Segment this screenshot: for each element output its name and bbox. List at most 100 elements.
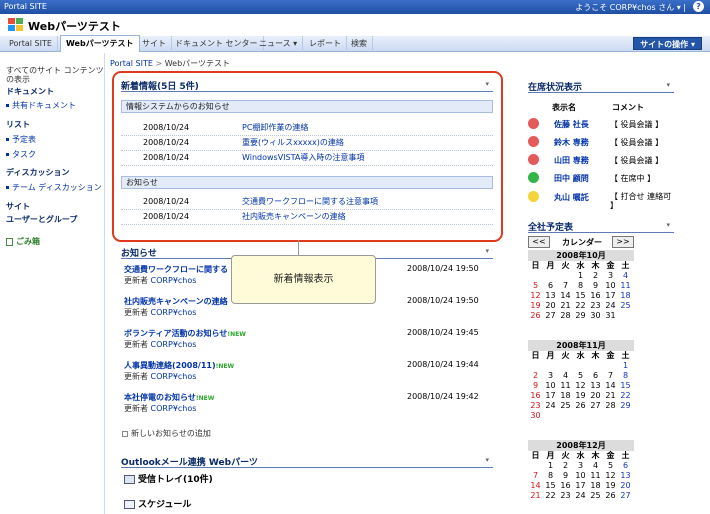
calendar-day[interactable]: 27 [588, 401, 603, 411]
calendar-day[interactable]: 5 [528, 281, 543, 291]
presence-user-link[interactable]: 鈴木 専務 [554, 137, 589, 148]
calendar-day[interactable]: 31 [603, 311, 618, 321]
calendar-day[interactable]: 14 [558, 291, 573, 301]
calendar-day[interactable]: 7 [558, 281, 573, 291]
calendar-day[interactable]: 20 [543, 301, 558, 311]
calendar-day[interactable]: 21 [603, 391, 618, 401]
add-announcement-link[interactable]: 新しいお知らせの追加 [122, 428, 211, 439]
calendar-day[interactable]: 21 [558, 301, 573, 311]
tab-news[interactable]: ニュース ▾ [254, 36, 304, 52]
calendar-day[interactable]: 17 [543, 391, 558, 401]
calendar-day[interactable]: 14 [603, 381, 618, 391]
calendar-day[interactable]: 18 [558, 391, 573, 401]
presence-user-link[interactable]: 佐藤 社長 [554, 119, 589, 130]
help-icon[interactable]: ? [693, 1, 704, 12]
presence-user-link[interactable]: 田中 顧問 [554, 173, 589, 184]
calendar-day[interactable]: 11 [618, 281, 633, 291]
inbox-link[interactable]: 受信トレイ(10件) [124, 472, 213, 485]
calendar-day[interactable]: 15 [573, 291, 588, 301]
nav-heading-users-groups[interactable]: ユーザーとグループ [6, 214, 77, 225]
calendar-day[interactable]: 4 [558, 371, 573, 381]
calendar-day[interactable]: 22 [618, 391, 633, 401]
author-link[interactable]: CORP¥chos [151, 276, 197, 285]
calendar-day[interactable]: 23 [588, 301, 603, 311]
calendar-day[interactable]: 18 [588, 481, 603, 491]
announcement-title-link[interactable]: 本社停電のお知らせ [124, 393, 196, 402]
calendar-day[interactable]: 5 [573, 371, 588, 381]
calendar-day[interactable]: 20 [588, 391, 603, 401]
calendar-day[interactable]: 14 [528, 481, 543, 491]
calendar-day[interactable]: 24 [603, 301, 618, 311]
calendar-day[interactable]: 12 [573, 381, 588, 391]
tab-portal-site[interactable]: Portal SITE [4, 36, 58, 52]
nav-heading-sites[interactable]: サイト [6, 201, 30, 212]
outlook-webpart-title[interactable]: Outlookメール連携 Webパーツ ▾ [121, 455, 493, 468]
top-site-link[interactable]: Portal SITE [4, 2, 47, 11]
tab-site[interactable]: サイト [137, 36, 172, 52]
calendar-day[interactable]: 8 [618, 371, 633, 381]
calendar-day[interactable]: 11 [588, 471, 603, 481]
schedule-link[interactable]: スケジュール [124, 497, 191, 510]
calendar-day[interactable]: 16 [588, 291, 603, 301]
calendar-day[interactable]: 3 [543, 371, 558, 381]
calendar-day[interactable]: 16 [528, 391, 543, 401]
calendar-day[interactable]: 23 [528, 401, 543, 411]
calendar-day[interactable]: 25 [618, 301, 633, 311]
nav-heading-documents[interactable]: ドキュメント [6, 86, 54, 97]
calendar-webpart-title[interactable]: 全社予定表 ▾ [528, 220, 674, 233]
calendar-day[interactable]: 24 [573, 491, 588, 501]
presence-user-link[interactable]: 山田 専務 [554, 155, 589, 166]
calendar-day[interactable]: 9 [588, 281, 603, 291]
calendar-day[interactable]: 1 [573, 271, 588, 281]
calendar-day[interactable]: 26 [603, 491, 618, 501]
presence-webpart-title[interactable]: 在席状況表示 ▾ [528, 80, 674, 93]
calendar-day[interactable]: 6 [543, 281, 558, 291]
calendar-day[interactable]: 27 [543, 311, 558, 321]
site-actions-button[interactable]: サイトの操作 ▾ [633, 37, 702, 50]
calendar-day[interactable]: 18 [618, 291, 633, 301]
calendar-day[interactable]: 10 [543, 381, 558, 391]
webpart-menu-icon[interactable]: ▾ [666, 81, 670, 89]
calendar-day[interactable]: 2 [528, 371, 543, 381]
calendar-day[interactable]: 27 [618, 491, 633, 501]
calendar-day[interactable]: 15 [543, 481, 558, 491]
calendar-day[interactable]: 9 [528, 381, 543, 391]
calendar-day[interactable]: 10 [573, 471, 588, 481]
calendar-day[interactable]: 25 [558, 401, 573, 411]
calendar-day[interactable]: 3 [603, 271, 618, 281]
calendar-day[interactable]: 10 [603, 281, 618, 291]
nav-item-calendar[interactable]: 予定表 [6, 134, 36, 145]
calendar-day[interactable]: 28 [558, 311, 573, 321]
calendar-day[interactable]: 2 [588, 271, 603, 281]
calendar-day[interactable]: 20 [618, 481, 633, 491]
webpart-menu-icon[interactable]: ▾ [485, 456, 489, 464]
calendar-day[interactable]: 30 [528, 411, 543, 421]
calendar-day[interactable]: 29 [573, 311, 588, 321]
nav-heading-discussions[interactable]: ディスカッション [6, 167, 69, 178]
author-link[interactable]: CORP¥chos [151, 308, 197, 317]
calendar-day[interactable]: 19 [528, 301, 543, 311]
calendar-day[interactable]: 2 [558, 461, 573, 471]
presence-user-link[interactable]: 丸山 嘱託 [554, 192, 589, 203]
nav-item-team-discussion[interactable]: チーム ディスカッション [6, 182, 102, 193]
calendar-day[interactable]: 7 [603, 371, 618, 381]
tab-webparts-test[interactable]: Webパーツテスト [60, 35, 140, 52]
calendar-day[interactable]: 24 [543, 401, 558, 411]
calendar-prev-button[interactable]: << [528, 236, 550, 248]
breadcrumb-root[interactable]: Portal SITE [110, 59, 153, 68]
recycle-bin-link[interactable]: ごみ箱 [6, 236, 40, 247]
calendar-day[interactable]: 9 [558, 471, 573, 481]
calendar-day[interactable]: 1 [618, 361, 633, 371]
calendar-day[interactable]: 16 [558, 481, 573, 491]
calendar-day[interactable]: 22 [543, 491, 558, 501]
calendar-day[interactable]: 15 [618, 381, 633, 391]
calendar-day[interactable]: 4 [588, 461, 603, 471]
calendar-day[interactable]: 30 [588, 311, 603, 321]
calendar-day[interactable]: 6 [588, 371, 603, 381]
author-link[interactable]: CORP¥chos [151, 340, 197, 349]
calendar-day[interactable]: 23 [558, 491, 573, 501]
calendar-day[interactable]: 26 [573, 401, 588, 411]
calendar-day[interactable]: 7 [528, 471, 543, 481]
nav-item-shared-documents[interactable]: 共有ドキュメント [6, 100, 76, 111]
calendar-day[interactable]: 28 [603, 401, 618, 411]
